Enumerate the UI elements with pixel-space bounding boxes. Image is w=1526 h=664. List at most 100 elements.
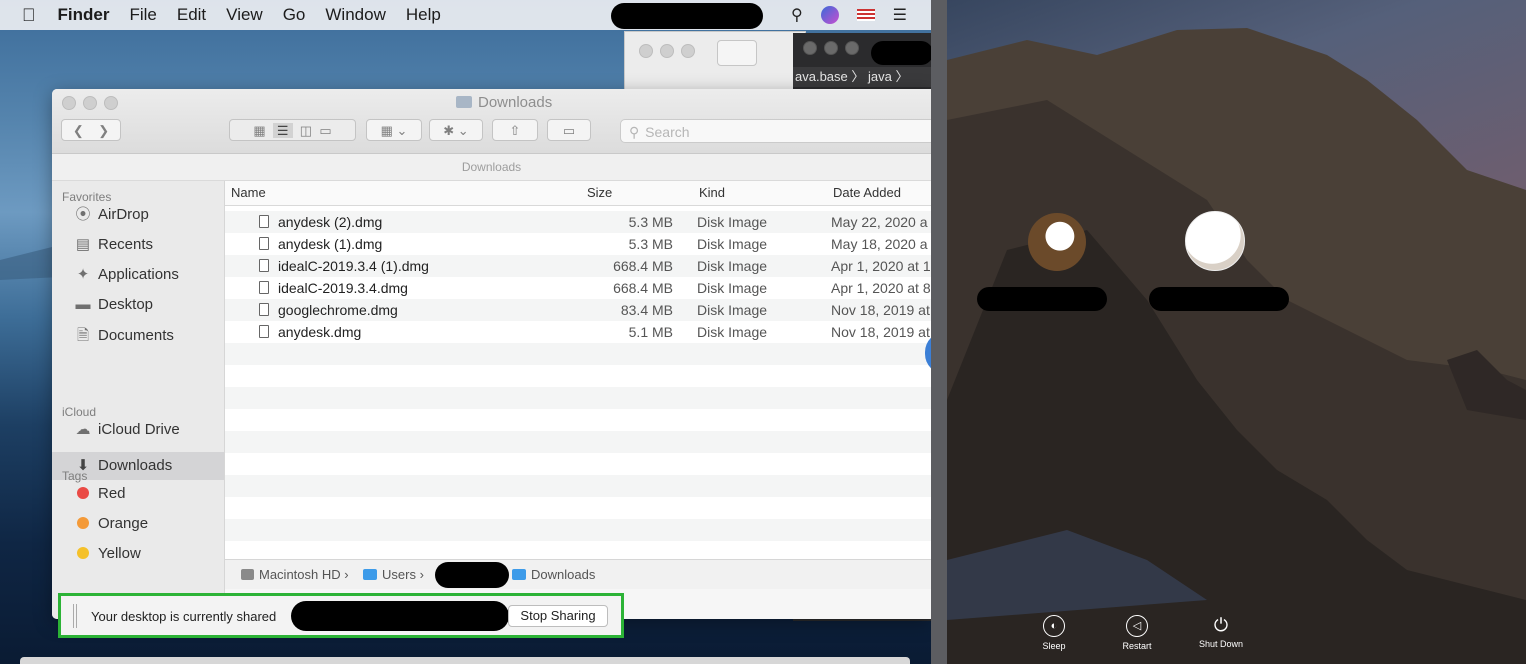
- bg-window-path: ava.base 〉 java 〉: [793, 67, 931, 87]
- path-macintosh-hd[interactable]: Macintosh HD ›: [241, 560, 349, 589]
- menu-bar:  Finder File Edit View Go Window Help ⚲…: [0, 0, 931, 30]
- disk-image-icon: [259, 237, 269, 250]
- file-date-added: Apr 1, 2020 at 8: [831, 280, 931, 296]
- minimize-button[interactable]: [83, 96, 97, 110]
- column-date-added[interactable]: Date Added: [833, 185, 901, 200]
- file-name: anydesk (1).dmg: [278, 236, 383, 252]
- contacts-icon[interactable]: [717, 40, 757, 66]
- search-icon[interactable]: ⚲: [791, 5, 803, 25]
- file-date-added: May 22, 2020 a: [831, 214, 928, 230]
- catalina-wallpaper: [947, 28, 1526, 664]
- shut-down-button[interactable]: ⏻ Shut Down: [1191, 615, 1251, 649]
- file-name: googlechrome.dmg: [278, 302, 398, 318]
- column-size[interactable]: Size: [587, 185, 612, 200]
- path-users[interactable]: Users ›: [363, 560, 424, 589]
- empty-row: [225, 497, 931, 519]
- user-avatar-eagle[interactable]: [1028, 213, 1086, 271]
- table-row[interactable]: idealC-2019.3.4.dmg 668.4 MB Disk Image Apr…: [225, 277, 931, 299]
- menu-view[interactable]: View: [226, 5, 263, 25]
- file-kind: Disk Image: [697, 324, 768, 340]
- menu-app-name[interactable]: Finder: [58, 5, 110, 25]
- menu-help[interactable]: Help: [406, 5, 441, 25]
- column-kind[interactable]: Kind: [699, 185, 725, 200]
- folder-icon: [363, 569, 377, 580]
- sidebar-item-airdrop[interactable]: ⦿ AirDrop: [52, 201, 224, 229]
- file-kind: Disk Image: [697, 214, 768, 230]
- sidebar-tag-yellow[interactable]: Yellow: [52, 540, 224, 568]
- drag-handle[interactable]: [73, 604, 77, 628]
- disk-image-icon: [259, 215, 269, 228]
- screen-sharing-banner: Your desktop is currently shared Stop Sh…: [58, 593, 624, 638]
- tag-color-dot: [77, 517, 89, 529]
- sidebar-item-recents[interactable]: ▤ Recents: [52, 231, 224, 259]
- desktop-icon: ▬: [75, 296, 91, 313]
- group-button[interactable]: ▦ ⌄: [366, 119, 422, 141]
- user-avatar-baseball[interactable]: [1185, 211, 1245, 271]
- redaction: [1149, 287, 1289, 311]
- table-row[interactable]: anydesk.dmg 5.1 MB Disk Image Nov 18, 2019 …: [225, 321, 931, 343]
- sidebar-item-icloud-drive[interactable]: ☁ iCloud Drive: [52, 416, 224, 444]
- column-view-icon[interactable]: ◫: [300, 123, 312, 138]
- sidebar-item-applications[interactable]: ✦ Applications: [52, 261, 224, 289]
- table-row[interactable]: anydesk (2).dmg 5.3 MB Disk Image May 22, 2…: [225, 211, 931, 233]
- table-row[interactable]: googlechrome.dmg 83.4 MB Disk Image Nov 18,…: [225, 299, 931, 321]
- sidebar-item-documents[interactable]: 🗎 Documents: [52, 322, 224, 350]
- empty-row: [225, 387, 931, 409]
- menu-go[interactable]: Go: [283, 5, 306, 25]
- menu-edit[interactable]: Edit: [177, 5, 206, 25]
- file-date-added: Apr 1, 2020 at 1: [831, 258, 931, 274]
- zoom-button[interactable]: [104, 96, 118, 110]
- table-row[interactable]: anydesk (1).dmg 5.3 MB Disk Image May 18, 2…: [225, 233, 931, 255]
- file-size: 83.4 MB: [620, 302, 673, 318]
- redaction: [611, 3, 763, 29]
- menu-file[interactable]: File: [129, 5, 156, 25]
- file-size: 668.4 MB: [613, 258, 673, 274]
- table-row[interactable]: idealC-2019.3.4 (1).dmg 668.4 MB Disk Imag…: [225, 255, 931, 277]
- icon-view-icon[interactable]: ▦: [253, 123, 265, 138]
- search-input[interactable]: [643, 123, 888, 141]
- column-name[interactable]: Name: [231, 185, 266, 200]
- file-name: idealC-2019.3.4.dmg: [278, 280, 408, 296]
- sleep-button[interactable]: ◐ Sleep: [1024, 615, 1084, 651]
- file-name: idealC-2019.3.4 (1).dmg: [278, 258, 429, 274]
- folder-icon: [512, 569, 526, 580]
- cloud-icon: ☁: [75, 421, 91, 438]
- action-button[interactable]: ✱ ⌄: [429, 119, 483, 141]
- apple-icon[interactable]: : [22, 5, 36, 26]
- tag-icon[interactable]: ▭: [547, 119, 591, 141]
- restart-button[interactable]: ◁ Restart: [1107, 615, 1167, 651]
- file-list: Name Size Kind Date Added anydesk (2).dm…: [225, 181, 931, 559]
- window-title: Downloads: [456, 94, 552, 111]
- sidebar-tag-orange[interactable]: Orange: [52, 510, 224, 538]
- menu-window[interactable]: Window: [325, 5, 385, 25]
- view-mode-buttons[interactable]: ▦ ☰ ◫ ▭: [229, 119, 356, 141]
- sleep-icon: ◐: [1043, 615, 1065, 637]
- list-view-icon[interactable]: ☰: [272, 123, 293, 138]
- share-icon[interactable]: ⇧: [492, 119, 538, 141]
- file-size: 5.1 MB: [628, 324, 673, 340]
- list-icon[interactable]: ☰: [893, 5, 907, 25]
- file-kind: Disk Image: [697, 258, 768, 274]
- siri-icon[interactable]: [820, 6, 839, 24]
- background-window[interactable]: [624, 31, 806, 93]
- back-forward-buttons[interactable]: ❮ ❯: [61, 119, 121, 141]
- window-controls: [62, 96, 125, 115]
- stop-sharing-button[interactable]: Stop Sharing: [508, 605, 608, 627]
- disk-image-icon: [259, 303, 269, 316]
- file-size: 5.3 MB: [628, 236, 673, 252]
- power-icon: ⏻: [1213, 615, 1229, 635]
- gallery-view-icon[interactable]: ▭: [319, 123, 331, 138]
- search-field[interactable]: ⚲: [620, 119, 931, 143]
- search-icon: ⚲: [629, 124, 640, 140]
- finder-toolbar: Downloads ❮ ❯ ▦ ☰ ◫ ▭ ▦ ⌄ ✱ ⌄ ⇧ ▭ ⚲: [52, 89, 931, 154]
- sidebar-tag-red[interactable]: Red: [52, 480, 224, 508]
- empty-row: [225, 343, 931, 365]
- us-flag-icon[interactable]: [856, 9, 875, 21]
- sidebar-item-desktop[interactable]: ▬ Desktop: [52, 291, 224, 319]
- sidebar: Favorites ⦿ AirDrop ▤ Recents ✦ Application…: [52, 181, 225, 619]
- file-size: 5.3 MB: [628, 214, 673, 230]
- close-button[interactable]: [62, 96, 76, 110]
- path-downloads[interactable]: Downloads: [512, 560, 595, 589]
- tag-color-dot: [77, 487, 89, 499]
- dock-edge: [20, 657, 910, 664]
